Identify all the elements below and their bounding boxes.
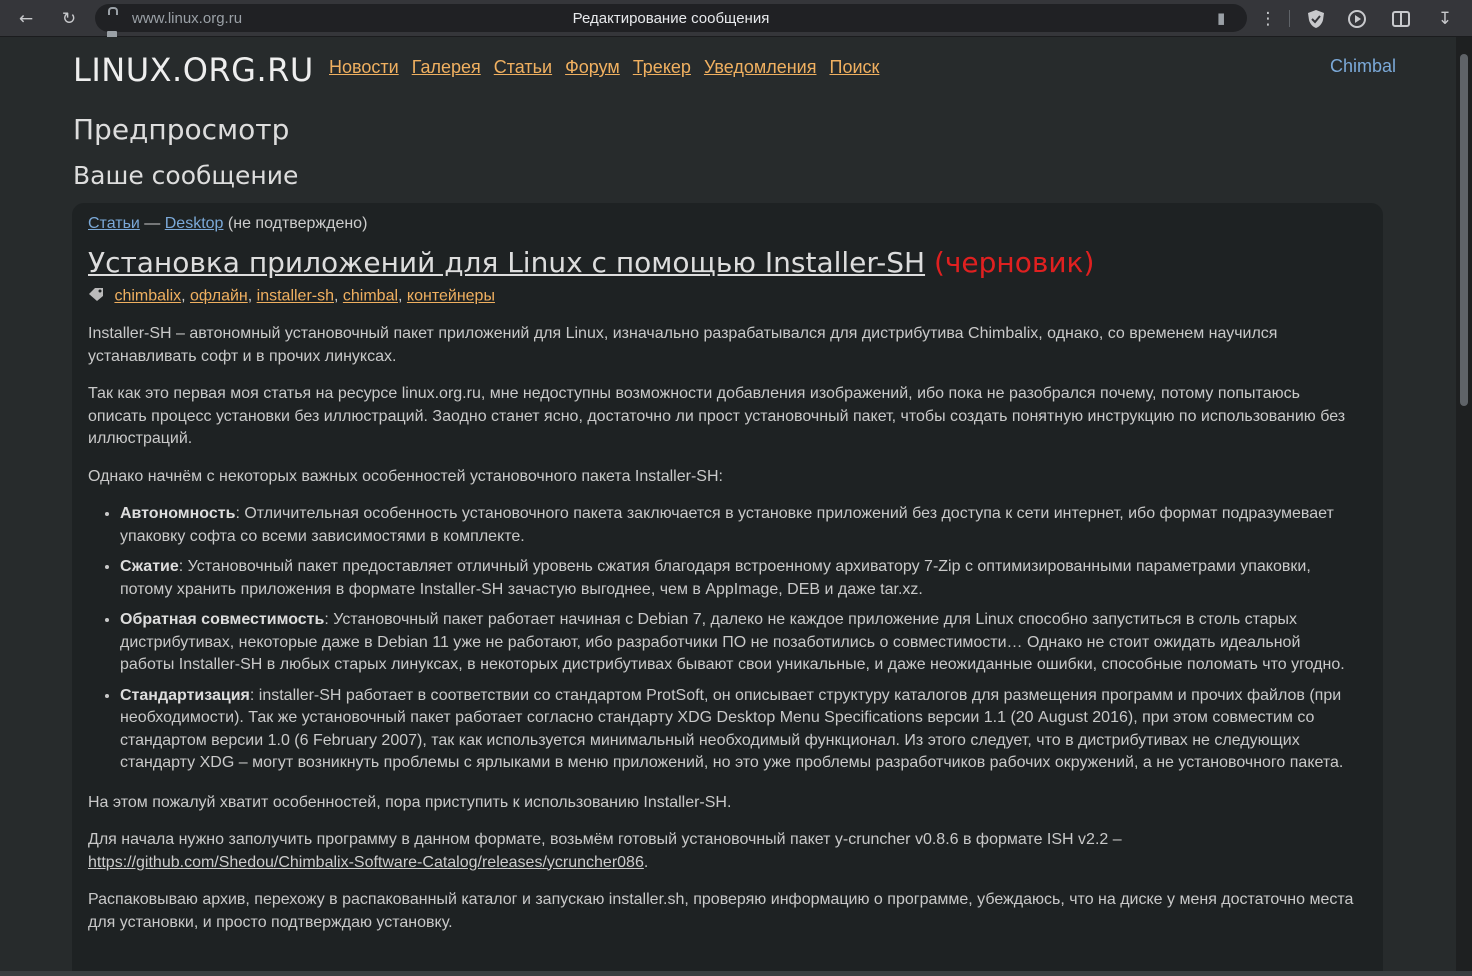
nav-news[interactable]: Новости <box>329 57 399 77</box>
download-link[interactable]: https://github.com/Shedou/Chimbalix-Soft… <box>88 854 644 871</box>
tag-icon <box>88 287 106 306</box>
page-title-text: Редактирование сообщения <box>572 10 770 27</box>
message-heading: Ваше сообщение <box>73 161 299 190</box>
media-play-icon[interactable] <box>1341 0 1373 37</box>
tag-link[interactable]: офлайн <box>190 288 248 305</box>
shield-icon[interactable] <box>1300 0 1332 37</box>
nav-forum[interactable]: Форум <box>565 57 620 77</box>
feature-name: Сжатие <box>120 558 179 575</box>
preview-heading: Предпросмотр <box>73 113 290 146</box>
tag-link[interactable]: chimbal <box>343 288 398 305</box>
feature-text: : Установочный пакет предоставляет отлич… <box>120 558 1311 598</box>
tag-link[interactable]: контейнеры <box>407 288 495 305</box>
bottom-edge <box>0 971 1472 976</box>
breadcrumb-status: (не подтверждено) <box>223 215 368 232</box>
nav-gallery[interactable]: Галерея <box>412 57 481 77</box>
paragraph: Installer-SH – автономный установочный п… <box>88 325 1278 365</box>
tag-list: chimbalix, офлайн, installer-sh, chimbal… <box>88 287 1358 306</box>
bookmark-icon[interactable]: ▮ <box>1217 9 1225 27</box>
site-logo[interactable]: LINUX.ORG.RU <box>73 51 314 89</box>
paragraph: На этом пожалуй хватит особенностей, пор… <box>88 793 732 811</box>
feature-text: : installer-SH работает в соответствии с… <box>120 686 1344 772</box>
toolbar-separator <box>1289 10 1290 27</box>
feature-text: : Отличительная особенность установочног… <box>120 505 1334 545</box>
list-item: Сжатие: Установочный пакет предоставляет… <box>120 556 1358 601</box>
tag-link[interactable]: installer-sh <box>257 288 334 305</box>
tag-link[interactable]: chimbalix <box>114 288 181 305</box>
breadcrumb-section[interactable]: Статьи <box>88 215 140 232</box>
download-text: Для начала нужно заполучить программу в … <box>88 831 1122 848</box>
back-arrow-icon[interactable]: ← <box>10 0 42 37</box>
paragraph: Так как это первая моя статья на ресурсе… <box>88 385 1346 447</box>
breadcrumb-sep: — <box>139 215 165 232</box>
draft-label: (черновик) <box>933 246 1095 279</box>
paragraph-download: Для начала нужно заполучить программу в … <box>88 829 1358 874</box>
feature-list: Автономность: Отличительная особенность … <box>88 503 1358 775</box>
nav-search[interactable]: Поиск <box>830 57 880 77</box>
post-body: Installer-SH – автономный установочный п… <box>88 323 1358 934</box>
extensions-icon[interactable] <box>1385 0 1417 37</box>
main-nav: Новости Галерея Статьи Форум Трекер Увед… <box>329 57 887 78</box>
page-viewport: LINUX.ORG.RU Новости Галерея Статьи Фору… <box>0 37 1456 976</box>
paragraph: Однако начнём с некоторых важных особенн… <box>88 467 723 485</box>
address-bar[interactable]: www.linux.org.ru Редактирование сообщени… <box>95 4 1247 39</box>
reload-icon[interactable]: ↻ <box>53 0 85 37</box>
menu-dots-icon[interactable]: ⋮ <box>1252 0 1284 37</box>
paragraph: Распаковываю архив, перехожу в распакова… <box>88 891 1354 931</box>
nav-articles[interactable]: Статьи <box>494 57 552 77</box>
user-link[interactable]: Chimbal <box>1330 56 1396 77</box>
post-preview-card: Статьи — Desktop (не подтверждено) Устан… <box>72 203 1383 976</box>
feature-name: Обратная совместимость <box>120 611 325 628</box>
feature-name: Автономность <box>120 505 236 522</box>
post-title-link[interactable]: Установка приложений для Linux с помощью… <box>88 246 925 279</box>
browser-toolbar: ← ↻ www.linux.org.ru Редактирование сооб… <box>0 0 1472 39</box>
breadcrumb: Статьи — Desktop (не подтверждено) <box>88 215 1358 233</box>
list-item: Стандартизация: installer-SH работает в … <box>120 685 1358 775</box>
post-title: Установка приложений для Linux с помощью… <box>88 246 1358 280</box>
feature-name: Стандартизация <box>120 686 250 704</box>
scrollbar[interactable] <box>1456 37 1472 976</box>
scrollbar-thumb[interactable] <box>1460 54 1468 406</box>
download-icon[interactable]: ↧ <box>1429 0 1461 37</box>
list-item: Автономность: Отличительная особенность … <box>120 503 1358 548</box>
list-item: Обратная совместимость: Установочный пак… <box>120 609 1358 677</box>
download-end: . <box>643 853 649 871</box>
nav-notifications[interactable]: Уведомления <box>704 57 817 77</box>
nav-tracker[interactable]: Трекер <box>633 57 691 77</box>
breadcrumb-group[interactable]: Desktop <box>165 215 224 232</box>
